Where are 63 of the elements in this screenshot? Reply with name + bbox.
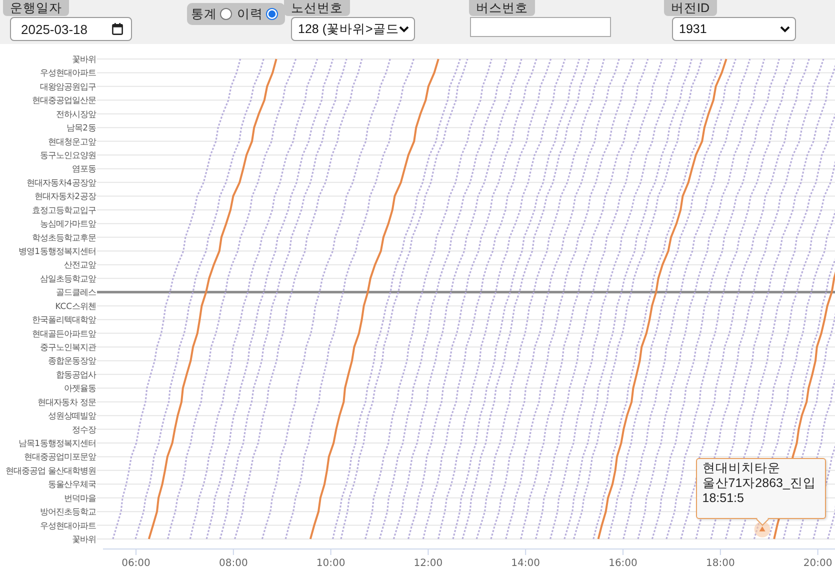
date-field[interactable]: 2025-03-18 <box>10 17 132 41</box>
stop-label: 전하시장앞 <box>56 108 96 119</box>
stop-label: 한국폴리텍대학앞 <box>32 314 96 325</box>
time-label: 06:00 <box>122 558 150 569</box>
stop-label: 현대중공업일산문 <box>32 95 96 106</box>
stop-label: 합동공업사 <box>56 369 96 380</box>
radio-label: 통계 <box>191 6 217 22</box>
bus-number-field[interactable] <box>470 17 611 37</box>
stop-label: 동울산우체국 <box>48 479 96 490</box>
stop-label: 중구노인복지관 <box>40 342 96 352</box>
time-label: 18:00 <box>706 558 735 569</box>
version-select[interactable]: 1931 <box>672 17 796 41</box>
bus-number-label: 버스번호 <box>469 0 535 16</box>
version-label: 버전ID <box>664 0 716 16</box>
route-label: 노선번호 <box>284 0 350 16</box>
tooltip-text: 18:51:5 <box>702 491 744 506</box>
stop-label: 효정고등학교입구 <box>32 204 96 215</box>
stop-label: 현대자동차 정문 <box>37 396 96 407</box>
stop-label: 산전교앞 <box>64 260 96 270</box>
stop-label: 종합운동장앞 <box>48 356 96 366</box>
stop-label: 우성현대아파트 <box>40 68 96 78</box>
stop-label: 현대청운고앞 <box>48 136 96 146</box>
radio-button[interactable] <box>220 8 232 20</box>
stop-label: 꽃바위 <box>72 54 96 64</box>
time-label: 08:00 <box>218 558 248 569</box>
stop-label: 번덕마을 <box>64 492 96 503</box>
stop-label: 대왕암공원입구 <box>40 81 96 92</box>
stop-label: 골드클레스 <box>56 287 96 298</box>
stop-label: 현대중공업미포문앞 <box>24 452 96 462</box>
radio-label: 이력 <box>237 6 263 22</box>
tooltip-text: 울산71자2863_진입 <box>702 476 816 492</box>
time-label: 16:00 <box>608 558 638 569</box>
stop-label: 방어진초등학교 <box>40 506 96 517</box>
time-label: 14:00 <box>511 558 540 569</box>
time-label: 12:00 <box>414 558 443 569</box>
stop-label: 염포동 <box>72 164 96 174</box>
stop-label: 현대중공업 울산대학병원 <box>5 465 96 476</box>
stop-label: KCC스위첸 <box>55 300 96 311</box>
calendar-icon[interactable] <box>112 23 123 35</box>
radio-button[interactable] <box>266 8 278 20</box>
stop-label: 아젯율동 <box>64 383 96 394</box>
point-marker <box>754 521 770 538</box>
stop-label: 현대자동차4공장앞 <box>26 177 96 188</box>
route-select[interactable]: 128 (꽃바위>골드 <box>291 17 415 41</box>
stop-label: 현대자동차2공장 <box>34 191 96 202</box>
time-label: 20:00 <box>803 558 832 569</box>
stop-label: 동구노인요양원 <box>40 150 96 160</box>
date-label: 운행일자 <box>3 0 69 16</box>
stop-label: 현대골든아파트앞 <box>32 328 96 338</box>
caret-icon <box>399 26 409 32</box>
stop-label: 농심메가마트앞 <box>40 218 96 229</box>
stop-label: 정수장 <box>72 424 96 434</box>
stop-label: 학성초등학교후문 <box>32 232 96 242</box>
stop-label: 삼일초등학교앞 <box>40 273 96 284</box>
time-label: 10:00 <box>316 558 346 569</box>
stop-label: 우성현대아파트 <box>40 520 96 530</box>
caret-icon <box>780 26 790 32</box>
stop-label: 꽃바위 <box>72 534 96 544</box>
stop-label: 남목2동 <box>66 122 96 133</box>
tooltip-text: 현대비치타운 <box>702 461 780 476</box>
stop-label: 남목1동행정복지센터 <box>18 438 96 448</box>
stop-label: 병영1동행정복지센터 <box>18 246 96 256</box>
stop-label: 성원상떼빌앞 <box>48 410 96 421</box>
